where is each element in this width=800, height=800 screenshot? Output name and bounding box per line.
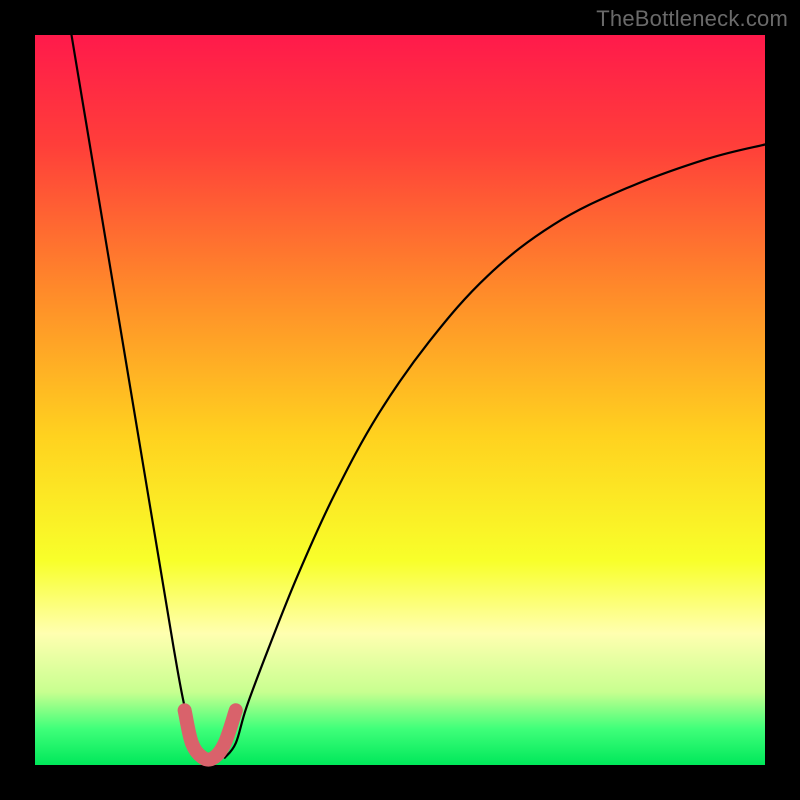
bottleneck-chart xyxy=(0,0,800,800)
plot-background xyxy=(35,35,765,765)
chart-frame: TheBottleneck.com xyxy=(0,0,800,800)
watermark-text: TheBottleneck.com xyxy=(596,6,788,32)
